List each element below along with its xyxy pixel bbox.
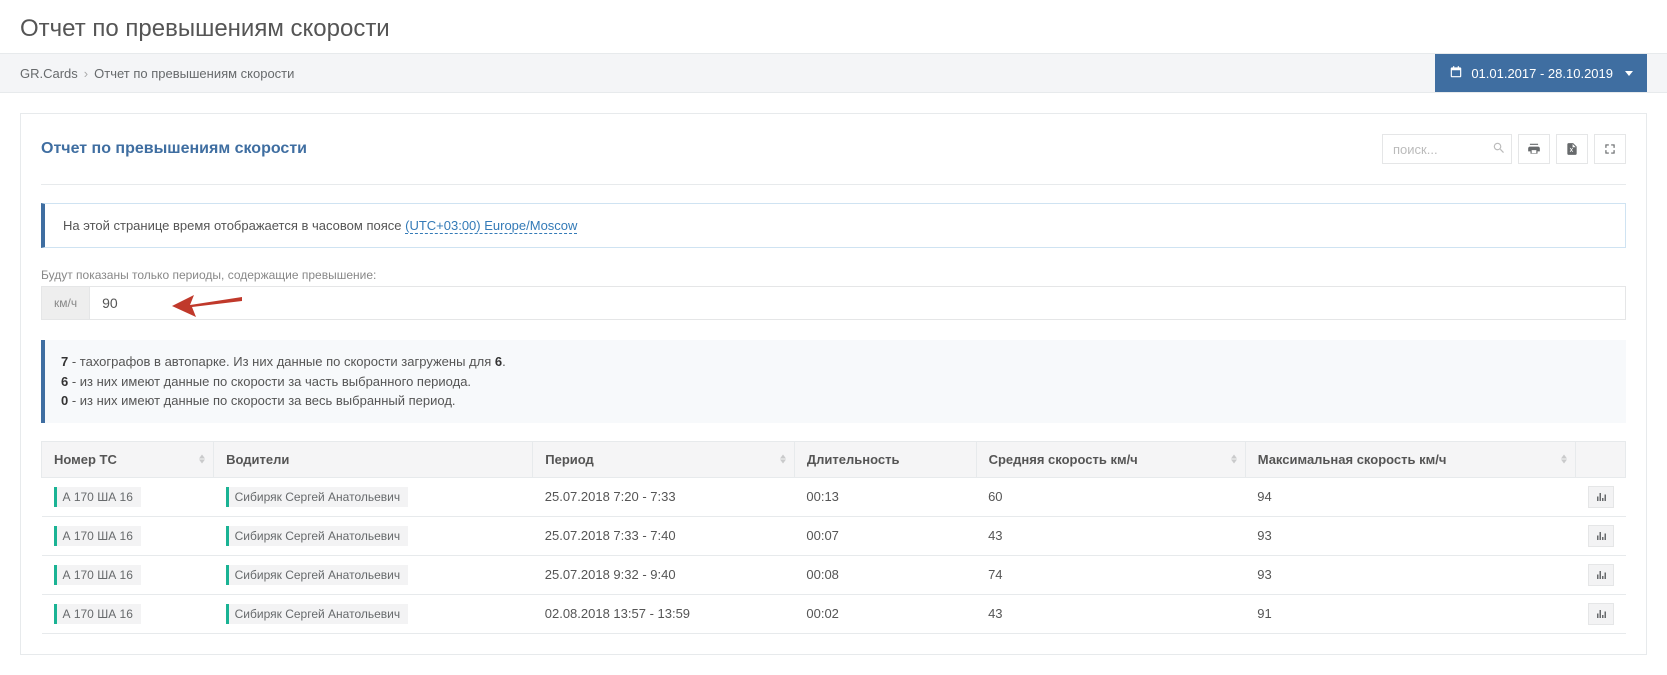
speed-threshold-group: км/ч (41, 286, 1626, 320)
chart-button[interactable] (1588, 486, 1614, 508)
cell-max: 93 (1245, 555, 1575, 594)
chart-button[interactable] (1588, 564, 1614, 586)
driver-tag[interactable]: Сибиряк Сергей Анатольевич (226, 487, 408, 507)
col-drivers[interactable]: Водители (214, 441, 533, 477)
cell-period: 25.07.2018 7:33 - 7:40 (533, 516, 795, 555)
cell-avg: 60 (976, 477, 1245, 516)
table-row: А 170 ША 16 Сибиряк Сергей Анатольевич 25.… (42, 516, 1626, 555)
speed-threshold-input[interactable] (90, 287, 1625, 319)
cell-max: 93 (1245, 516, 1575, 555)
report-table: Номер ТС Водители Период Длительность Ср… (41, 441, 1626, 634)
export-excel-button[interactable] (1556, 134, 1588, 164)
col-duration[interactable]: Длительность (794, 441, 976, 477)
date-range-picker[interactable]: 01.01.2017 - 28.10.2019 (1435, 54, 1647, 92)
col-avg[interactable]: Средняя скорость км/ч (976, 441, 1245, 477)
panel-title: Отчет по превышениям скорости (41, 140, 307, 158)
vehicle-tag[interactable]: А 170 ША 16 (54, 604, 141, 624)
col-period[interactable]: Период (533, 441, 795, 477)
table-row: А 170 ША 16 Сибиряк Сергей Анатольевич 02.… (42, 594, 1626, 633)
panel-tools (1382, 134, 1626, 164)
vehicle-tag[interactable]: А 170 ША 16 (54, 487, 141, 507)
chevron-down-icon (1625, 71, 1633, 76)
cell-duration: 00:07 (794, 516, 976, 555)
cell-period: 02.08.2018 13:57 - 13:59 (533, 594, 795, 633)
timezone-notice: На этой странице время отображается в ча… (41, 203, 1626, 248)
breadcrumb-current: Отчет по превышениям скорости (94, 66, 294, 81)
cell-period: 25.07.2018 9:32 - 9:40 (533, 555, 795, 594)
cell-duration: 00:08 (794, 555, 976, 594)
cell-avg: 74 (976, 555, 1245, 594)
driver-tag[interactable]: Сибиряк Сергей Анатольевич (226, 526, 408, 546)
cell-period: 25.07.2018 7:20 - 7:33 (533, 477, 795, 516)
fullscreen-button[interactable] (1594, 134, 1626, 164)
cell-max: 94 (1245, 477, 1575, 516)
col-vehicle[interactable]: Номер ТС (42, 441, 214, 477)
col-max[interactable]: Максимальная скорость км/ч (1245, 441, 1575, 477)
chart-button[interactable] (1588, 603, 1614, 625)
cell-duration: 00:02 (794, 594, 976, 633)
vehicle-tag[interactable]: А 170 ША 16 (54, 526, 141, 546)
filter-label: Будут показаны только периоды, содержащи… (41, 268, 1626, 282)
search-input[interactable] (1382, 134, 1512, 164)
timezone-link[interactable]: (UTC+03:00) Europe/Moscow (405, 218, 577, 234)
report-panel: Отчет по превышениям скорости На этой ст… (20, 113, 1647, 655)
stats-summary: 7 - тахографов в автопарке. Из них данны… (41, 340, 1626, 423)
page-title: Отчет по превышениям скорости (20, 15, 1647, 43)
speed-unit-label: км/ч (42, 287, 90, 319)
driver-tag[interactable]: Сибиряк Сергей Анатольевич (226, 604, 408, 624)
cell-max: 91 (1245, 594, 1575, 633)
breadcrumb: GR.Cards › Отчет по превышениям скорости (20, 66, 294, 81)
vehicle-tag[interactable]: А 170 ША 16 (54, 565, 141, 585)
table-row: А 170 ША 16 Сибиряк Сергей Анатольевич 25.… (42, 555, 1626, 594)
date-range-label: 01.01.2017 - 28.10.2019 (1471, 66, 1613, 81)
cell-duration: 00:13 (794, 477, 976, 516)
calendar-icon (1449, 65, 1463, 82)
chart-button[interactable] (1588, 525, 1614, 547)
cell-avg: 43 (976, 516, 1245, 555)
chevron-right-icon: › (84, 66, 88, 81)
breadcrumb-bar: GR.Cards › Отчет по превышениям скорости… (0, 53, 1667, 93)
table-row: А 170 ША 16 Сибиряк Сергей Анатольевич 25.… (42, 477, 1626, 516)
cell-avg: 43 (976, 594, 1245, 633)
driver-tag[interactable]: Сибиряк Сергей Анатольевич (226, 565, 408, 585)
print-button[interactable] (1518, 134, 1550, 164)
breadcrumb-root[interactable]: GR.Cards (20, 66, 78, 81)
col-actions (1576, 441, 1626, 477)
